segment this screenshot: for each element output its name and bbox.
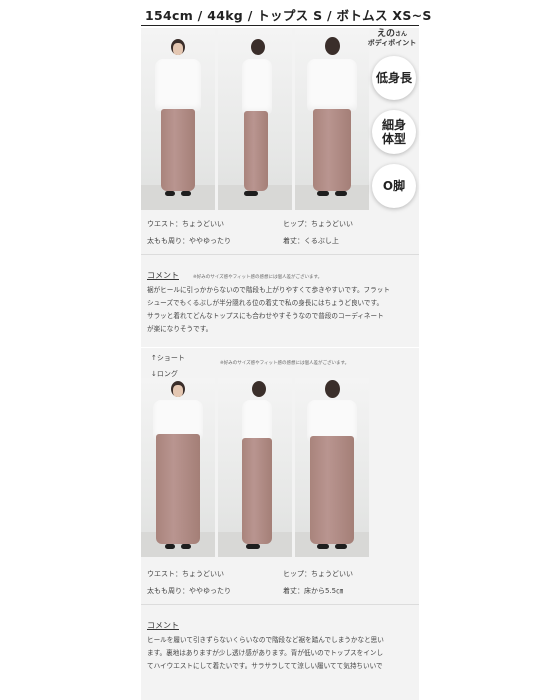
comment-body-2: ヒールを履いて引きずらないくらいなので階段など裾を踏んでしまうかなと思い ます。… [147, 634, 417, 673]
comment-line: 裾がヒールに引っかからないので階段も上がりやすくて歩きやすいです。フラット [147, 286, 390, 294]
comment-body-1: 裾がヒールに引っかからないので階段も上がりやすくて歩きやすいです。フラット シュ… [147, 284, 417, 336]
body-point-label-3: O脚 [382, 179, 406, 193]
spec-hip-1: ヒップ：ちょうどいい [283, 220, 353, 228]
photo-long-side [218, 378, 292, 557]
header-underline [141, 25, 419, 26]
photo-short-front [141, 29, 215, 210]
body-point-badge-2: 細身 体型 [372, 110, 416, 154]
spec-waist-2: ウエスト：ちょうどいい [147, 570, 224, 578]
comment-title-2: コメント [147, 621, 179, 630]
spec-length-1: 着丈：くるぶし上 [283, 237, 339, 245]
comment-line: シューズでもくるぶしが半分隠れる位の着丈で私の身長にはちょうど良いです。 [147, 299, 384, 307]
spec-hip-2: ヒップ：ちょうどいい [283, 570, 353, 578]
comment-line: てハイウエストにして着たいです。サラサラしてて涼しい履いてて気持ちいいで [147, 662, 383, 670]
section-divider [141, 347, 419, 348]
comment-title-1: コメント [147, 271, 179, 280]
model-suffix: さん [395, 31, 408, 38]
short-label: ↑ショート [151, 354, 185, 362]
comment-line: が楽になりそうです。 [147, 325, 213, 333]
spec-divider-2 [141, 604, 419, 605]
body-point-badge-3: O脚 [372, 164, 416, 208]
photo-long-front [141, 378, 215, 557]
model-name: えの [376, 29, 395, 39]
spec-divider-1 [141, 254, 419, 255]
size-note-2: ※好みのサイズ感やフィット感の感想には個人差がございます。 [220, 361, 350, 366]
body-point-label-2: 細身 体型 [381, 118, 406, 146]
comment-line: ヒールを履いて引きずらないくらいなので階段など裾を踏んでしまうかなと思い [147, 636, 384, 644]
photo-short-side [218, 29, 292, 210]
photo-short-back [295, 29, 369, 210]
body-point-badge-1: 低身長 [372, 56, 416, 100]
body-point-label-1: 低身長 [375, 71, 412, 85]
spec-length-2: 着丈：床から5.5㎝ [283, 587, 344, 595]
photo-long-back [295, 378, 369, 557]
spec-thigh-1: 太もも周り：ややゆったり [147, 237, 231, 245]
comment-note-1: ※好みのサイズ感やフィット感の感想には個人差がございます。 [193, 275, 323, 280]
model-subtitle: ボディポイント [367, 39, 417, 47]
spec-thigh-2: 太もも周り：ややゆったり [147, 587, 231, 595]
comment-line: ます。裏地はありますが少し透け感があります。背が低いのでトップスをインし [147, 649, 384, 657]
header-title: 154cm / 44kg / トップス S / ボトムス XS~S [145, 8, 432, 23]
header-bar: 154cm / 44kg / トップス S / ボトムス XS~S [141, 0, 431, 28]
spec-waist-1: ウエスト：ちょうどいい [147, 220, 224, 228]
comment-line: サラッと着れてどんなトップスにも合わせやすそうなので普段のコーディネート [147, 312, 384, 320]
model-badge: えのさん ボディポイント [365, 30, 419, 48]
